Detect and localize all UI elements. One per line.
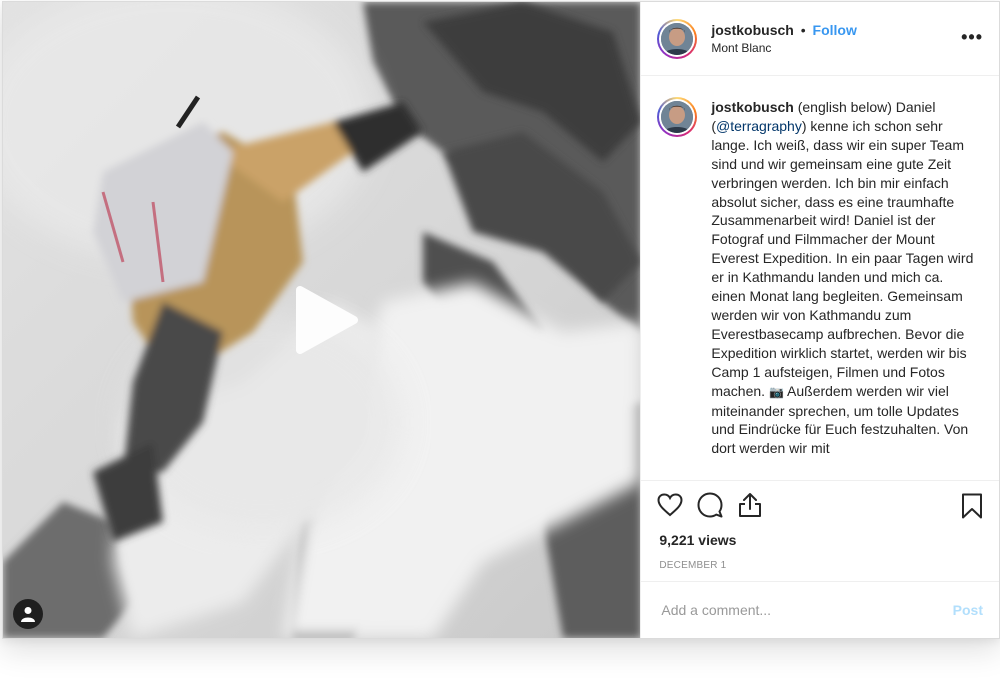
play-button[interactable] — [290, 284, 360, 356]
post-side-panel: jostkobusch • Follow Mont Blanc ••• jost… — [640, 2, 999, 638]
more-options-icon[interactable]: ••• — [961, 28, 983, 46]
post-date[interactable]: DECEMBER 1 — [641, 551, 999, 581]
caption-username-link[interactable]: jostkobusch — [711, 99, 793, 115]
avatar[interactable] — [657, 18, 698, 59]
comment-button[interactable] — [697, 492, 723, 518]
bookmark-icon — [962, 493, 982, 519]
user-tag-button[interactable] — [13, 599, 43, 629]
like-button[interactable] — [657, 493, 683, 517]
comment-input[interactable] — [659, 601, 953, 619]
location-link[interactable]: Mont Blanc — [711, 39, 856, 57]
comment-bar: Post — [641, 581, 999, 638]
save-button[interactable] — [961, 493, 983, 524]
action-bar — [641, 480, 999, 529]
header-text: jostkobusch • Follow Mont Blanc — [711, 21, 856, 57]
post-card: jostkobusch • Follow Mont Blanc ••• jost… — [2, 1, 1000, 639]
user-tag-icon — [21, 607, 35, 622]
share-icon — [739, 493, 762, 517]
follow-button[interactable]: Follow — [813, 22, 857, 38]
mention-link[interactable]: @terragraphy — [716, 118, 802, 134]
camera-emoji-icon: 📷 — [768, 384, 784, 399]
username-link[interactable]: jostkobusch — [711, 22, 793, 38]
play-icon — [296, 286, 358, 354]
video-player[interactable] — [3, 2, 641, 638]
separator-dot: • — [800, 21, 806, 38]
caption-part-2: ) kenne ich schon sehr lange. Ich weiß, … — [711, 117, 974, 399]
caption-area[interactable]: jostkobusch (english below) Daniel (@ter… — [641, 76, 999, 480]
avatar-image — [661, 22, 694, 55]
post-comment-button[interactable]: Post — [953, 602, 983, 618]
view-count[interactable]: 9,221 views — [641, 529, 999, 551]
profile-photo-icon — [661, 22, 694, 55]
caption-avatar[interactable] — [657, 97, 698, 137]
avatar-image — [661, 101, 694, 133]
heart-icon — [657, 493, 683, 517]
caption-text: jostkobusch (english below) Daniel (@ter… — [711, 98, 979, 480]
post-header: jostkobusch • Follow Mont Blanc ••• — [641, 2, 999, 76]
share-button[interactable] — [737, 492, 763, 518]
profile-photo-icon — [661, 101, 694, 133]
comment-bubble-icon — [697, 492, 723, 518]
